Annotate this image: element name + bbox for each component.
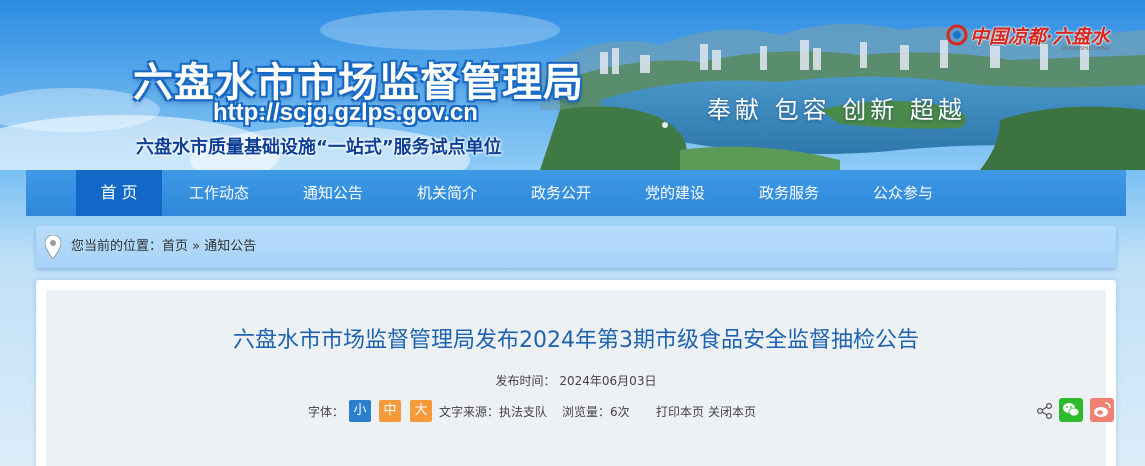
nav-item-gov-disclosure[interactable]: 政务公开 [518, 170, 604, 216]
header-banner: 六盘水市市场监督管理局 http://scjg.gzlps.gov.cn 六盘水… [0, 0, 1145, 170]
wechat-share-button[interactable] [1059, 398, 1083, 422]
wechat-icon [1063, 403, 1080, 417]
nav-item-work-news[interactable]: 工作动态 [176, 170, 262, 216]
location-pin-icon [45, 235, 61, 259]
nav-item-notices[interactable]: 通知公告 [290, 170, 376, 216]
site-url: http://scjg.gzlps.gov.cn [213, 99, 478, 126]
nav-item-home[interactable]: 首 页 [76, 170, 162, 216]
font-size-small-button[interactable]: 小 [349, 400, 371, 422]
breadcrumb-text: 您当前的位置：首页 » 通知公告 [71, 226, 256, 268]
brand-logo-text: 中国凉都·六盘水 [970, 26, 1110, 48]
nav-item-party-building[interactable]: 党的建设 [632, 170, 718, 216]
nav-item-public-participation[interactable]: 公众参与 [860, 170, 946, 216]
views-value: 6次 [610, 405, 630, 419]
breadcrumb: 您当前的位置：首页 » 通知公告 [36, 226, 1116, 268]
site-slogan: 六盘水市质量基础设施“一站式”服务试点单位 [136, 137, 502, 158]
source-value: 执法支队 [499, 405, 548, 419]
article-meta-row: 字体： 小 中 大 文字来源： 执法支队 浏览量： 6次 打印本页 关闭本页 [46, 398, 1114, 426]
article-title: 六盘水市市场监督管理局发布2024年第3期市级食品安全监督抽检公告 [233, 328, 919, 353]
article-panel: 六盘水市市场监督管理局发布2024年第3期市级食品安全监督抽检公告 发布时间： … [36, 280, 1116, 466]
publish-label: 发布时间： [495, 374, 556, 388]
brand-logo-subtext: LIUPANSHUI CHINA [1062, 46, 1110, 52]
close-page-link[interactable]: 关闭本页 [708, 400, 756, 424]
breadcrumb-prefix: 您当前的位置： [71, 239, 163, 254]
breadcrumb-separator: » [188, 239, 205, 254]
weibo-share-button[interactable] [1090, 398, 1114, 422]
brand-swirl-icon [946, 24, 968, 46]
article-header: 六盘水市市场监督管理局发布2024年第3期市级食品安全监督抽检公告 发布时间： … [46, 290, 1114, 466]
breadcrumb-current-link[interactable]: 通知公告 [204, 239, 256, 254]
breadcrumb-home-link[interactable]: 首页 [162, 239, 188, 254]
font-size-large-button[interactable]: 大 [410, 400, 432, 422]
nav-item-about[interactable]: 机关简介 [404, 170, 490, 216]
publish-date: 2024年06月03日 [559, 374, 657, 388]
publish-info: 发布时间： 2024年06月03日 [46, 372, 1106, 389]
main-nav: 首 页 工作动态 通知公告 机关简介 政务公开 党的建设 政务服务 公众参与 [26, 170, 1126, 216]
source-label: 文字来源： [439, 405, 500, 419]
site-motto: 奉献 包容 创新 超越 [707, 96, 966, 124]
brand-logo: 中国凉都·六盘水 LIUPANSHUI CHINA [946, 20, 1126, 56]
share-icon[interactable] [1036, 402, 1054, 420]
font-size-label: 字体： [308, 405, 345, 419]
nav-item-gov-services[interactable]: 政务服务 [746, 170, 832, 216]
font-size-medium-button[interactable]: 中 [379, 400, 401, 422]
print-page-link[interactable]: 打印本页 [656, 400, 704, 424]
views-label: 浏览量： [562, 405, 611, 419]
weibo-icon [1094, 402, 1111, 417]
